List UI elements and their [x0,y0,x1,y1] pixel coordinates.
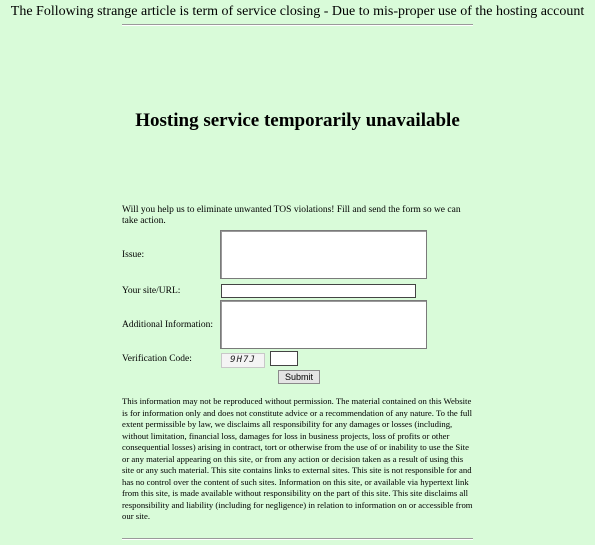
url-label: Your site/URL: [122,286,181,296]
additional-info-label: Additional Information: [122,320,214,330]
disclaimer-text: This information may not be reproduced w… [122,396,473,521]
bottom-divider [122,538,473,540]
issue-label: Issue: [122,250,145,260]
url-input[interactable] [221,284,416,298]
additional-info-textarea[interactable] [220,300,427,349]
issue-textarea[interactable] [220,230,427,279]
top-banner: The Following strange article is term of… [10,4,585,19]
submit-button[interactable]: Submit [278,370,321,384]
verification-code-label: Verification Code: [122,354,192,364]
top-divider [122,24,473,26]
page-title: Hosting service temporarily unavailable [135,110,460,131]
verification-code-input[interactable] [270,351,298,366]
intro-text: Will you help us to eliminate unwanted T… [122,205,461,226]
captcha-image: 9H7J [221,353,265,368]
